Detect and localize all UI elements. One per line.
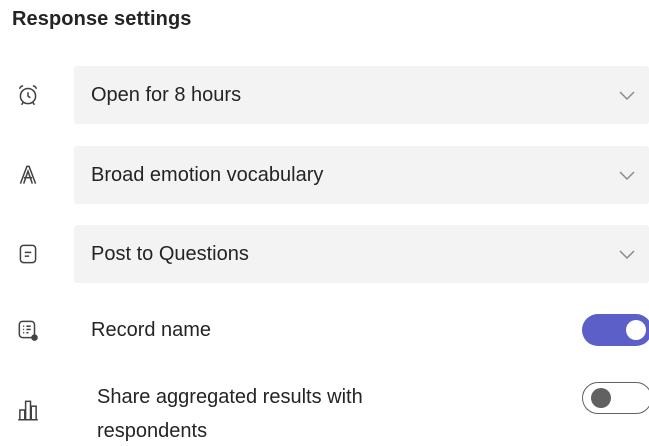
bar-chart-icon	[14, 396, 42, 424]
post-destination-dropdown[interactable]: Post to Questions	[74, 225, 649, 283]
font-letter-a-icon	[14, 161, 42, 189]
post-destination-dropdown-value: Post to Questions	[91, 243, 249, 265]
response-settings-panel: Response settings Open for 8 hours Broad…	[0, 0, 649, 446]
section-title: Response settings	[12, 8, 192, 30]
post-note-icon	[14, 240, 42, 268]
vocabulary-dropdown[interactable]: Broad emotion vocabulary	[74, 146, 649, 204]
duration-dropdown-value: Open for 8 hours	[91, 84, 242, 106]
record-name-toggle[interactable]	[582, 314, 649, 346]
share-results-label-line1: Share aggregated results with	[97, 386, 363, 408]
duration-dropdown[interactable]: Open for 8 hours	[74, 66, 649, 124]
chevron-down-icon	[617, 166, 637, 184]
share-results-toggle[interactable]	[582, 382, 649, 414]
record-list-icon	[14, 316, 42, 344]
toggle-knob	[591, 387, 611, 408]
alarm-clock-icon	[14, 81, 42, 109]
record-name-label: Record name	[91, 319, 212, 341]
chevron-down-icon	[617, 86, 637, 104]
vocabulary-dropdown-value: Broad emotion vocabulary	[91, 164, 324, 186]
chevron-down-icon	[617, 245, 637, 263]
setting-row-share-results: Share aggregated results with respondent…	[0, 380, 649, 442]
setting-row-duration: Open for 8 hours	[0, 66, 649, 124]
share-results-label-line2: respondents	[97, 420, 208, 442]
setting-row-vocabulary: Broad emotion vocabulary	[0, 146, 649, 204]
setting-row-post-destination: Post to Questions	[0, 225, 649, 283]
setting-row-record-name: Record name	[0, 312, 649, 348]
toggle-knob	[626, 320, 646, 340]
